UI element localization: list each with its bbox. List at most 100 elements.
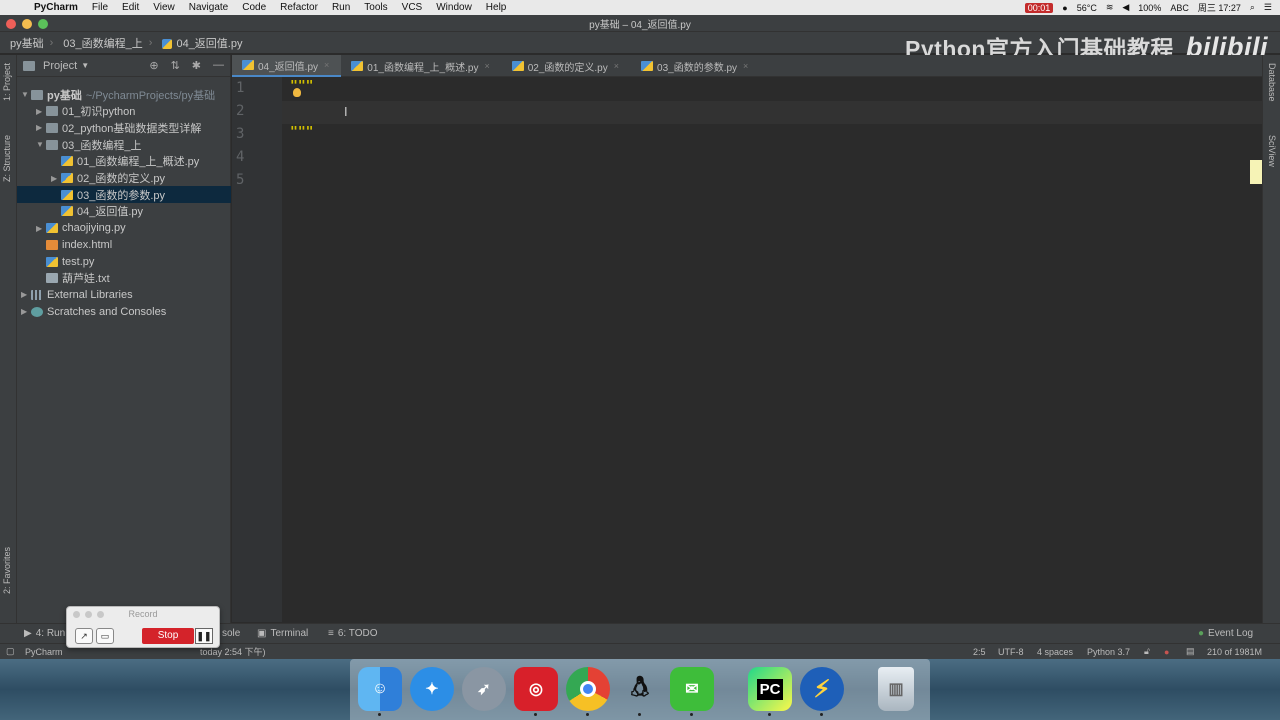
tree-item[interactable]: index.html xyxy=(17,236,231,253)
memory-icon[interactable]: ▤ xyxy=(1186,646,1195,657)
inspector-icon[interactable]: ● xyxy=(1164,647,1169,657)
menu-window[interactable]: Window xyxy=(436,2,472,13)
tree-item[interactable]: 葫芦娃.txt xyxy=(17,270,231,287)
tree-item[interactable]: ▶ External Libraries xyxy=(17,286,231,303)
chevron-right-icon[interactable]: ▶ xyxy=(21,290,31,299)
finder-icon[interactable]: ☺ xyxy=(358,667,402,711)
tab-03-parameters[interactable]: 03_函数的参数.py × xyxy=(631,55,760,77)
input-source[interactable]: ABC xyxy=(1170,3,1189,13)
menu-list-icon[interactable]: ☰ xyxy=(1264,2,1272,13)
tab-01-overview[interactable]: 01_函数编程_上_概述.py × xyxy=(341,55,501,77)
tree-item[interactable]: 04_返回值.py xyxy=(17,203,231,220)
battery-level[interactable]: 100% xyxy=(1138,3,1161,13)
menu-view[interactable]: View xyxy=(153,2,175,13)
tree-item[interactable]: ▼ py基础 ~/PycharmProjects/py基础 xyxy=(17,86,231,103)
close-tab-icon[interactable]: × xyxy=(324,60,329,70)
menu-file[interactable]: File xyxy=(92,2,108,13)
project-view-selector[interactable]: Project xyxy=(43,60,77,72)
wifi-icon[interactable]: ≋ xyxy=(1106,2,1114,13)
clock[interactable]: 周三 17:27 xyxy=(1198,1,1241,14)
tree-item[interactable]: ▶ chaojiying.py xyxy=(17,220,231,237)
run-tool-tab[interactable]: ▶ 4: Run xyxy=(24,628,65,639)
hide-icon[interactable]: — xyxy=(213,59,224,72)
menu-tools[interactable]: Tools xyxy=(364,2,387,13)
scroll-marker[interactable] xyxy=(1250,160,1262,184)
database-tool-tab[interactable]: Database xyxy=(1267,63,1277,102)
close-tab-icon[interactable]: × xyxy=(614,61,619,71)
draw-pen-icon[interactable]: ↗ xyxy=(75,628,93,644)
menu-vcs[interactable]: VCS xyxy=(402,2,423,13)
python-interpreter[interactable]: Python 3.7 xyxy=(1087,647,1130,657)
tree-item[interactable]: 01_函数编程_上_概述.py xyxy=(17,153,231,170)
wechat-app-icon[interactable]: ✉ xyxy=(670,667,714,711)
locate-icon[interactable]: ⊕ xyxy=(149,59,158,72)
thunder-icon[interactable]: ⚡︎ xyxy=(800,667,844,711)
chevron-down-icon[interactable]: ▼ xyxy=(36,140,46,149)
volume-icon[interactable]: ◀ xyxy=(1122,2,1129,13)
breadcrumb-file[interactable]: 04_返回值.py xyxy=(152,35,248,51)
project-tool-tab[interactable]: 1: Project xyxy=(2,63,12,101)
terminal-tool-tab[interactable]: ▣ Terminal xyxy=(257,628,308,639)
chevron-down-icon[interactable]: ▼ xyxy=(21,90,31,99)
chrome-icon[interactable] xyxy=(566,667,610,711)
chevron-right-icon[interactable]: ▶ xyxy=(36,107,46,116)
launchpad-icon[interactable]: ➶ xyxy=(462,667,506,711)
pause-icon[interactable]: ❚❚ xyxy=(195,628,213,644)
close-window-icon[interactable] xyxy=(6,19,16,29)
collapse-icon[interactable]: ⇅ xyxy=(171,59,180,72)
wechat-icon[interactable]: ● xyxy=(1062,3,1067,13)
todo-tool-tab[interactable]: ≡ 6: TODO xyxy=(328,628,378,639)
structure-tool-tab[interactable]: Z: Structure xyxy=(2,135,12,182)
qq-icon[interactable]: 🐧︎ xyxy=(618,667,662,711)
tree-item[interactable]: ▶ 02_python基础数据类型详解 xyxy=(17,119,231,136)
trash-icon[interactable]: ▥ xyxy=(878,667,914,711)
code-editor[interactable]: 1 2 3 4 5 """ I """ xyxy=(232,77,1262,622)
tree-item[interactable]: test.py xyxy=(17,253,231,270)
netease-music-icon[interactable]: ◎ xyxy=(514,667,558,711)
tab-04-return[interactable]: 04_返回值.py × xyxy=(232,55,342,77)
memory-indicator[interactable]: 210 of 1981M xyxy=(1207,647,1262,657)
code-line-3[interactable]: """ xyxy=(290,125,313,140)
lock-icon[interactable]: 🔓︎ xyxy=(1144,646,1150,657)
chevron-right-icon[interactable]: ▶ xyxy=(36,224,46,233)
stop-record-button[interactable]: Stop xyxy=(142,628,194,644)
tree-item[interactable]: ▶ Scratches and Consoles xyxy=(17,303,231,320)
lightbulb-icon[interactable] xyxy=(293,88,301,97)
app-menu[interactable]: PyCharm xyxy=(34,2,78,13)
temperature[interactable]: 56°C xyxy=(1077,3,1097,13)
tree-item[interactable]: 03_函数的参数.py xyxy=(17,186,231,204)
indent-setting[interactable]: 4 spaces xyxy=(1037,647,1073,657)
tool-windows-icon[interactable]: ▢ xyxy=(6,646,15,657)
tab-02-definition[interactable]: 02_函数的定义.py × xyxy=(502,55,631,77)
menu-run[interactable]: Run xyxy=(332,2,350,13)
menu-help[interactable]: Help xyxy=(486,2,507,13)
favorites-tool-tab[interactable]: 2: Favorites xyxy=(2,547,12,594)
minimize-window-icon[interactable] xyxy=(22,19,32,29)
tree-item[interactable]: ▼ 03_函数编程_上 xyxy=(17,136,231,153)
chevron-down-icon[interactable]: ▼ xyxy=(81,61,89,70)
maximize-window-icon[interactable] xyxy=(38,19,48,29)
line-number-gutter[interactable]: 1 2 3 4 5 xyxy=(232,77,282,622)
sciview-tool-tab[interactable]: SciView xyxy=(1267,135,1277,167)
region-icon[interactable]: ▭ xyxy=(96,628,114,644)
caret-position[interactable]: 2:5 xyxy=(973,647,986,657)
file-encoding[interactable]: UTF-8 xyxy=(998,647,1024,657)
event-log-tool-tab[interactable]: ● Event Log xyxy=(1198,628,1253,639)
close-tab-icon[interactable]: × xyxy=(743,61,748,71)
gear-icon[interactable]: ✱ xyxy=(192,59,201,72)
safari-icon[interactable]: ✦ xyxy=(410,667,454,711)
menu-edit[interactable]: Edit xyxy=(122,2,139,13)
search-icon[interactable]: ⌕ xyxy=(1250,2,1255,13)
chevron-right-icon[interactable]: ▶ xyxy=(51,174,61,183)
menu-refactor[interactable]: Refactor xyxy=(280,2,318,13)
menu-navigate[interactable]: Navigate xyxy=(189,2,228,13)
chevron-right-icon[interactable]: ▶ xyxy=(36,123,46,132)
tree-item[interactable]: ▶ 01_初识python xyxy=(17,103,231,120)
close-tab-icon[interactable]: × xyxy=(484,61,489,71)
tree-item[interactable]: ▶ 02_函数的定义.py xyxy=(17,170,231,187)
pycharm-icon[interactable]: PC xyxy=(748,667,792,711)
record-time[interactable]: 00:01 xyxy=(1024,2,1054,13)
breadcrumb-project[interactable]: py基础 xyxy=(0,35,50,51)
chevron-right-icon[interactable]: ▶ xyxy=(21,307,31,316)
python-console-tool-tab[interactable]: sole xyxy=(222,628,240,639)
